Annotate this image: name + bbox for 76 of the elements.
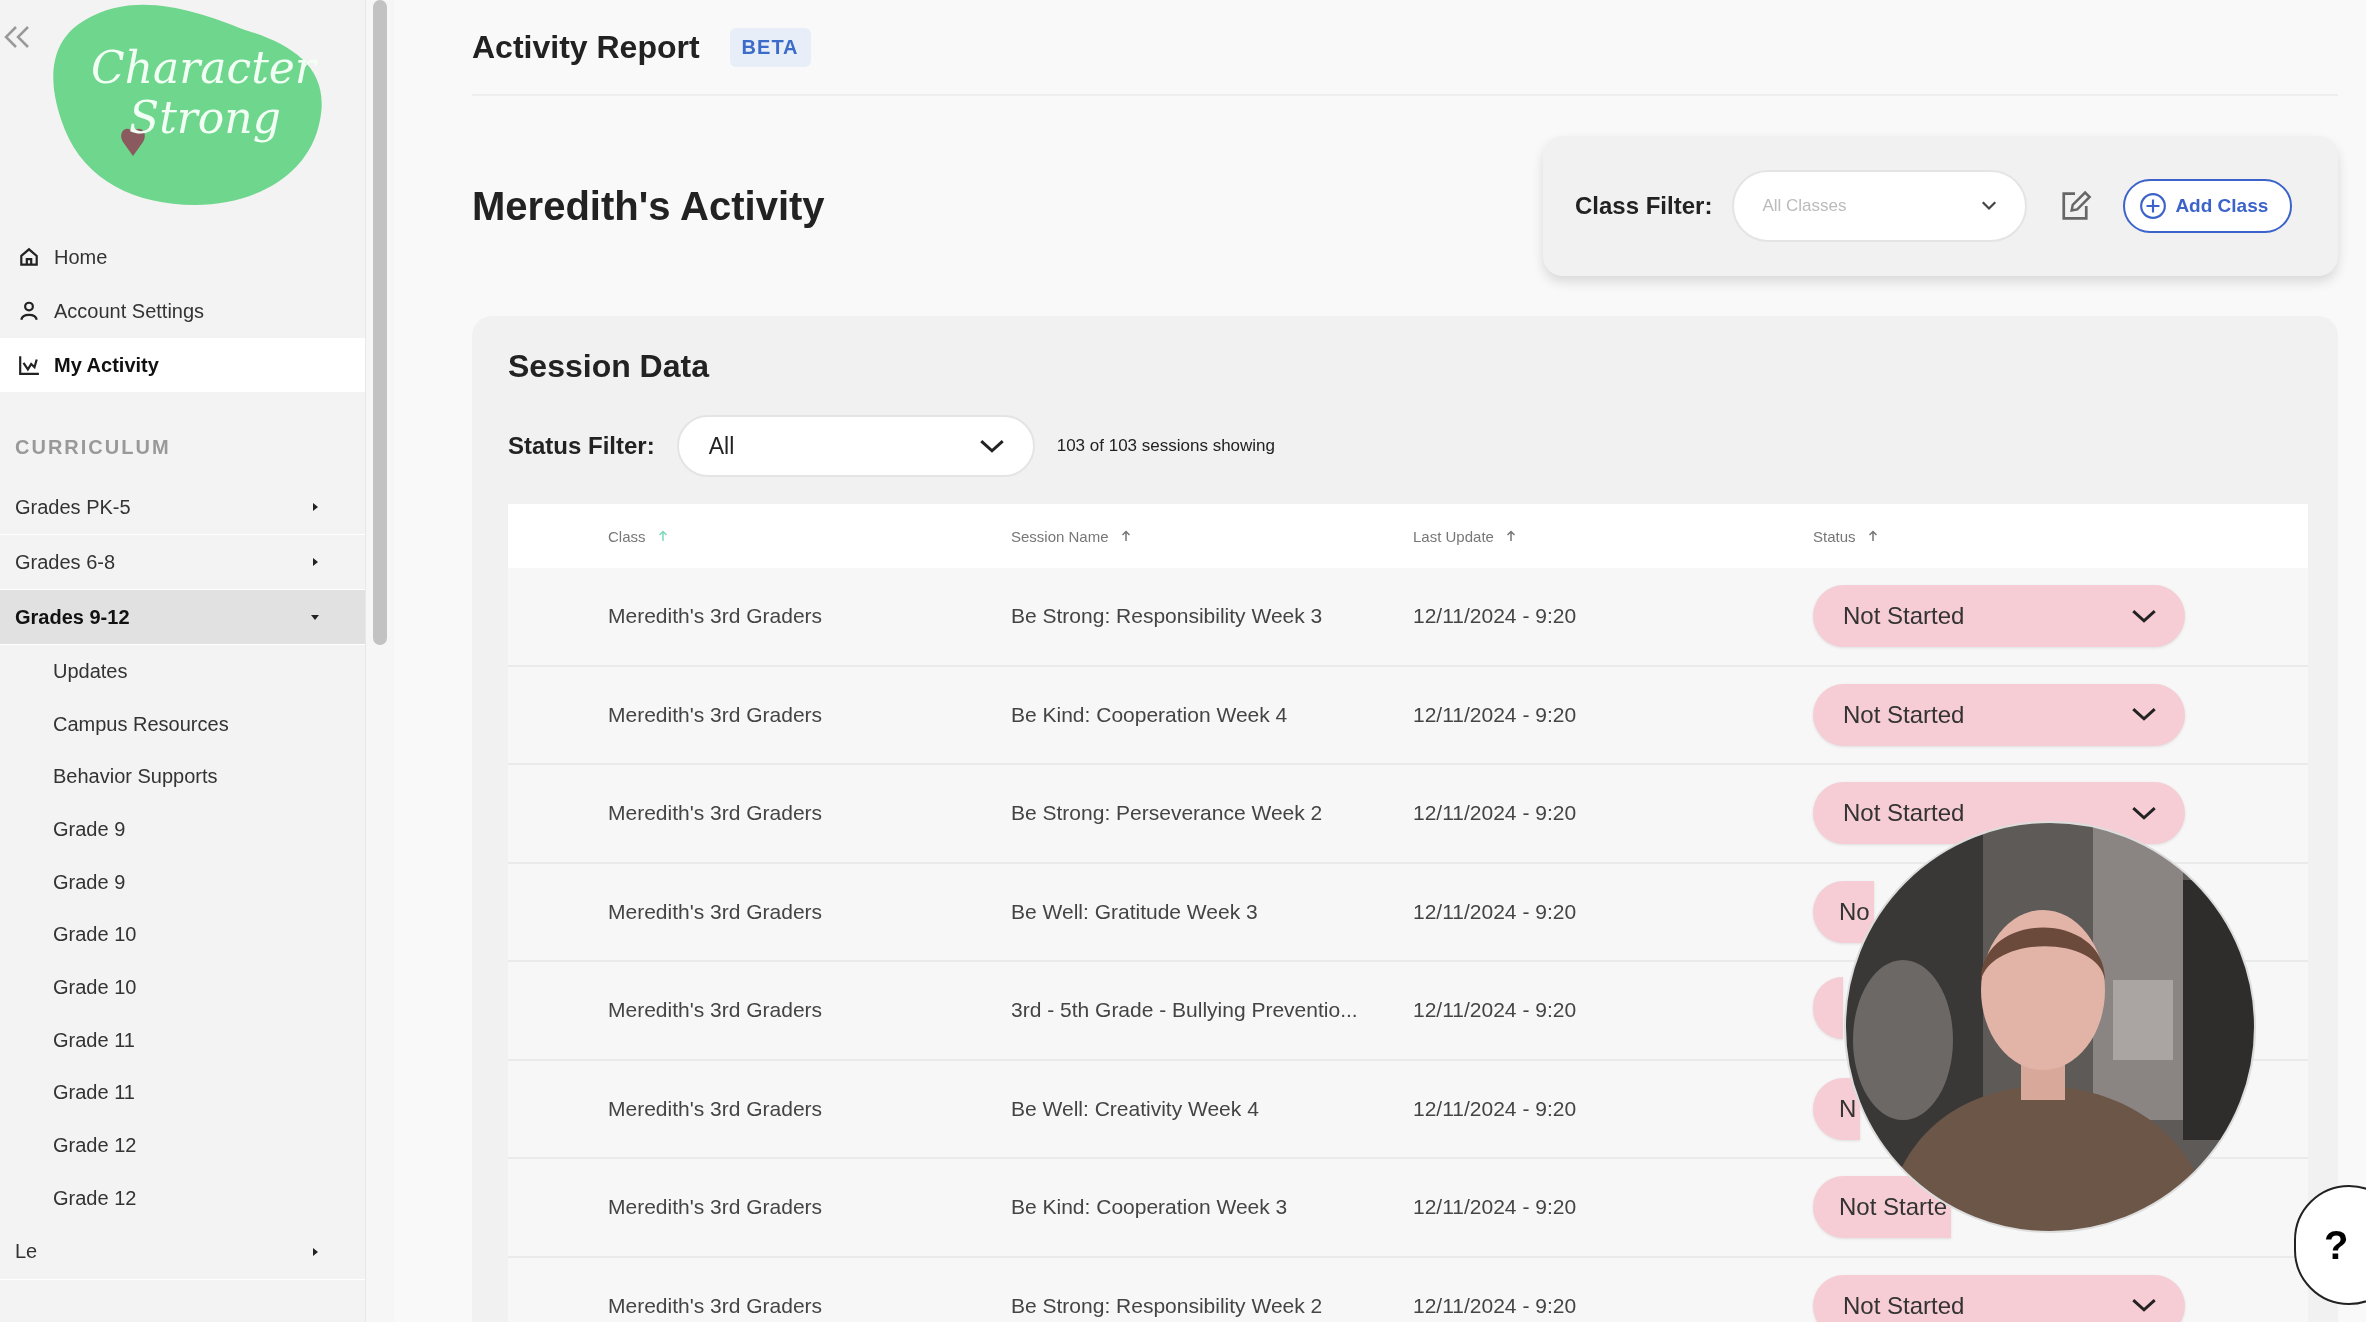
table-cell-text: Be Kind: Cooperation Week 3	[1010, 1195, 1289, 1220]
table-cell-text: 12/11/2024 - 9:20	[1412, 801, 1578, 826]
page-header-title: Activity Report	[472, 28, 700, 66]
table-cell-text: Meredith's 3rd Graders	[607, 801, 824, 826]
table-cell-text: Be Strong: Responsibility Week 2	[1010, 1293, 1324, 1318]
table-cell-text: 12/11/2024 - 9:20	[1412, 604, 1578, 629]
table-cell-text: 3rd - 5th Grade - Bullying Preventio...	[1010, 998, 1359, 1023]
chevron-down-icon	[1981, 201, 1998, 211]
table-cell-text: Meredith's 3rd Graders	[607, 604, 824, 629]
table-cell-text: Meredith's 3rd Graders	[607, 998, 824, 1023]
curriculum-item[interactable]: Grade 11	[0, 1013, 365, 1067]
chevron-down-icon	[2131, 1298, 2157, 1314]
section-title: Session Data	[508, 346, 711, 386]
curriculum-item[interactable]: Grade 9	[0, 855, 365, 909]
caret-right-icon	[310, 557, 320, 567]
table-cell-text: Meredith's 3rd Graders	[607, 1096, 824, 1121]
session-count: 103 of 103 sessions showing	[1056, 436, 1275, 456]
table-cell-text: Be Well: Gratitude Week 3	[1010, 899, 1259, 924]
status-select[interactable]: N	[1813, 1077, 1861, 1140]
chevron-down-icon	[978, 438, 1005, 454]
status-select[interactable]: Not Started	[1813, 1274, 2185, 1322]
table-cell-text: Meredith's 3rd Graders	[607, 1195, 824, 1220]
curriculum-item[interactable]: Grade 10	[0, 908, 365, 962]
home-icon	[18, 246, 40, 268]
scrollbar[interactable]	[373, 0, 387, 645]
curriculum-item[interactable]: Grade 12	[0, 1171, 365, 1225]
filter-label: Status Filter:	[508, 432, 655, 460]
table-cell-text: Meredith's 3rd Graders	[607, 1293, 824, 1318]
section-heading: CURRICULUM	[14, 436, 172, 460]
table-cell-text: Be Strong: Responsibility Week 3	[1010, 604, 1324, 629]
chevron-down-icon	[2131, 707, 2157, 723]
status-select[interactable]: Not Started	[1813, 683, 2185, 746]
table-cell-text: Be Kind: Cooperation Week 4	[1010, 702, 1289, 727]
nav-item[interactable]: Home	[0, 230, 365, 284]
page-title: Meredith's Activity	[472, 183, 825, 229]
curriculum-item[interactable]: Grade 10	[0, 961, 365, 1014]
curriculum-group[interactable]: Grades 9-12	[0, 590, 365, 645]
table-cell-text: 12/11/2024 - 9:20	[1412, 1096, 1578, 1121]
table-cell-text: Be Strong: Perseverance Week 2	[1010, 801, 1324, 826]
table-cell-text: Meredith's 3rd Graders	[607, 899, 824, 924]
column-header[interactable]: Class	[508, 527, 1008, 545]
status-select[interactable]: All	[676, 415, 1035, 477]
curriculum-item[interactable]: Behavior Supports	[0, 750, 365, 804]
chart-icon	[18, 354, 40, 376]
add-class-button[interactable]: Add Class	[2123, 179, 2293, 233]
nav-item[interactable]: Account Settings	[0, 284, 365, 338]
column-header[interactable]: Last Update	[1410, 527, 1810, 545]
table-cell-text: 12/11/2024 - 9:20	[1412, 998, 1578, 1023]
status-select[interactable]: Not Starte	[1813, 1176, 1952, 1239]
plus-circle-icon	[2139, 192, 2168, 220]
table-cell-text: 12/11/2024 - 9:20	[1412, 702, 1578, 727]
table-cell-text: 12/11/2024 - 9:20	[1412, 899, 1578, 924]
curriculum-item[interactable]: Campus Resources	[0, 697, 365, 751]
curriculum-item[interactable]: Grade 11	[0, 1066, 365, 1120]
status-select[interactable]: No	[1813, 880, 1874, 943]
caret-right-icon	[310, 1246, 320, 1257]
status-select[interactable]: Not Started	[1813, 585, 2185, 648]
beta-tag: BETA	[729, 27, 811, 67]
caret-right-icon	[310, 502, 320, 512]
nav-item[interactable]: My Activity	[0, 338, 365, 392]
curriculum-item[interactable]: Updates	[0, 645, 365, 698]
chevron-down-icon	[2131, 608, 2157, 624]
user-icon	[18, 300, 40, 322]
status-select[interactable]	[1813, 976, 1843, 1039]
curriculum-item[interactable]: Grade 9	[0, 803, 365, 856]
caret-down-icon	[310, 612, 320, 622]
table-cell-text: Be Well: Creativity Week 4	[1010, 1096, 1260, 1121]
filter-label: Class Filter:	[1575, 192, 1713, 220]
column-header[interactable]: Session Name	[1008, 527, 1410, 545]
table-cell-text: 12/11/2024 - 9:20	[1412, 1195, 1578, 1220]
table-cell-text: Meredith's 3rd Graders	[607, 702, 824, 727]
curriculum-item[interactable]: Grade 12	[0, 1119, 365, 1172]
column-header[interactable]: Status	[1810, 527, 2308, 545]
chevron-down-icon	[2131, 805, 2157, 821]
table-cell-text: 12/11/2024 - 9:20	[1412, 1293, 1578, 1318]
collapse-icon[interactable]	[2, 24, 32, 50]
